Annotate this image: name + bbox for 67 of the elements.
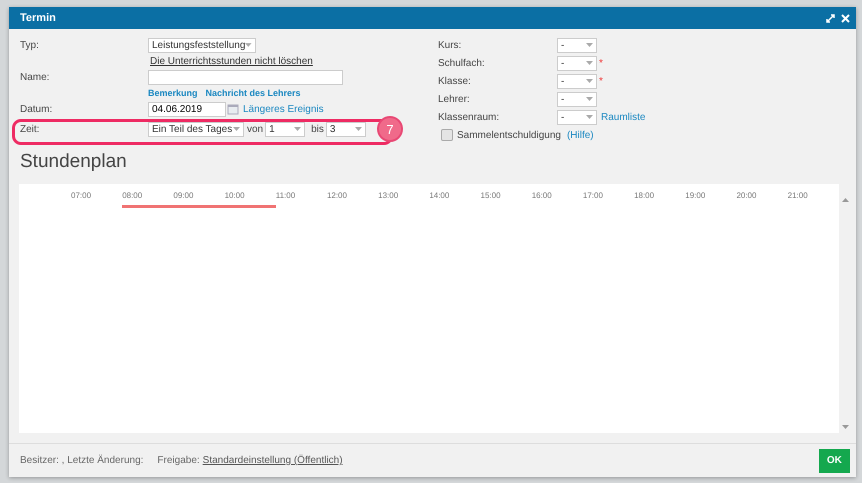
field-label: Kurs: <box>438 40 462 50</box>
hour-label: 13:00 <box>378 191 398 200</box>
caret-icon <box>586 61 593 65</box>
to-select[interactable]: 3 <box>326 122 366 136</box>
to-label: bis <box>311 124 324 134</box>
hour-label: 14:00 <box>429 191 450 200</box>
hour-label: 19:00 <box>685 191 706 200</box>
caret-icon <box>245 43 252 47</box>
hour-label: 09:00 <box>173 191 194 200</box>
hour-label: 17:00 <box>582 191 603 200</box>
note-link[interactable]: Bemerkung <box>148 88 198 98</box>
required-marker: * <box>599 58 603 68</box>
window-title: Termin <box>20 12 57 24</box>
hour-label: 15:00 <box>480 191 501 200</box>
hour-label: 10:00 <box>224 191 245 200</box>
scroll-up-icon[interactable] <box>842 198 850 202</box>
field-label: Klasse: <box>438 76 472 86</box>
caret-icon <box>586 115 593 119</box>
hour-label: 11:00 <box>276 191 296 200</box>
share-label: Freigabe: <box>157 455 200 466</box>
caret-icon <box>294 127 302 131</box>
field-label: Name: <box>20 72 50 82</box>
checkbox-label: Sammelentschuldigung <box>457 130 561 140</box>
owner-text: Besitzer: , Letzte Änderung: <box>20 455 144 466</box>
hour-label: 18:00 <box>634 191 654 200</box>
dropdown-select[interactable]: - <box>557 74 597 88</box>
keep-lessons-link[interactable]: Die Unterrichtsstunden nicht löschen <box>150 56 313 66</box>
dropdown-select[interactable]: - <box>557 56 597 70</box>
caret-icon <box>586 43 593 47</box>
required-marker: * <box>599 76 603 86</box>
caret-icon <box>233 127 240 131</box>
from-label: von <box>247 124 264 134</box>
field-label: Typ: <box>20 40 40 50</box>
share-link[interactable]: Standardeinstellung (Öffentlich) <box>202 455 343 466</box>
field-label: Lehrer: <box>438 94 471 104</box>
hour-label: 21:00 <box>788 191 808 200</box>
room-list-link[interactable]: Raumliste <box>601 112 646 122</box>
hour-label: 16:00 <box>532 191 552 200</box>
dropdown-select[interactable]: - <box>557 92 597 106</box>
hour-label: 20:00 <box>736 191 756 200</box>
field-label: Datum: <box>20 104 54 114</box>
longer-event-link[interactable]: Längeres Ereignis <box>243 104 324 114</box>
calendar-icon[interactable] <box>227 103 239 115</box>
type-select[interactable]: Leistungsfeststellung <box>148 38 256 52</box>
date-field[interactable]: 04.06.2019 <box>148 102 226 116</box>
hour-label: 12:00 <box>326 191 347 200</box>
field-label: Klassenraum: <box>438 112 500 122</box>
section-title: Stundenplan <box>20 151 128 174</box>
hour-label: 07:00 <box>71 191 92 200</box>
scroll-down-icon[interactable] <box>842 425 850 429</box>
dropdown-select[interactable]: - <box>557 110 597 124</box>
hour-label: 08:00 <box>122 191 142 200</box>
checkbox[interactable] <box>441 129 453 141</box>
time-mode-select[interactable]: Ein Teil des Tages <box>148 122 244 136</box>
field-label: Schulfach: <box>438 58 486 68</box>
close-icon[interactable] <box>840 14 850 22</box>
step-badge: 7 <box>377 116 403 142</box>
caret-icon <box>586 97 593 101</box>
name-input[interactable] <box>148 70 343 84</box>
note-link[interactable]: Nachricht des Lehrers <box>206 88 301 98</box>
dropdown-select[interactable]: - <box>557 38 597 52</box>
from-select[interactable]: 1 <box>265 122 306 136</box>
field-label: Zeit: <box>20 124 40 134</box>
maximize-icon[interactable] <box>826 14 835 22</box>
caret-icon <box>354 127 362 131</box>
caret-icon <box>586 79 593 83</box>
help-link[interactable]: (Hilfe) <box>566 130 594 140</box>
